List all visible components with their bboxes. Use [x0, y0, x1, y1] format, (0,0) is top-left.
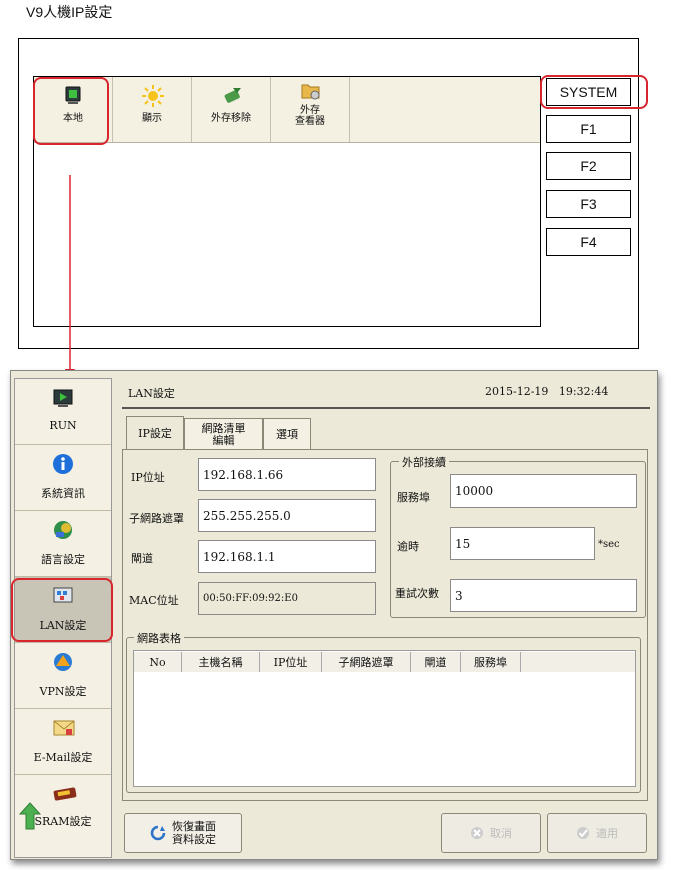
cancel-label: 取消	[490, 827, 512, 840]
lan-highlight	[11, 578, 113, 642]
timeout-field[interactable]: 15	[450, 527, 595, 560]
ip-address-field[interactable]: 192.168.1.66	[198, 458, 376, 491]
ip-label: IP位址	[131, 471, 165, 484]
tab-network-list-label-2: 編輯	[212, 433, 235, 447]
system-highlight	[540, 75, 648, 109]
screen-title: LAN設定	[128, 387, 175, 400]
time-text: 19:32:44	[558, 385, 609, 398]
subnet-label: 子網路遮罩	[129, 512, 184, 525]
info-icon	[52, 453, 74, 475]
eject-storage-button[interactable]: 外存移除	[192, 77, 271, 142]
sidebar-item-email[interactable]: E-Mail設定	[15, 709, 111, 775]
date-text: 2015-12-19	[485, 385, 549, 398]
cancel-button[interactable]: 取消	[441, 813, 541, 853]
sidebar-item-language-label: 語言設定	[41, 553, 85, 566]
cancel-icon	[470, 826, 484, 840]
eject-storage-label: 外存移除	[211, 113, 251, 124]
vpn-icon	[52, 651, 74, 673]
sidebar-item-email-label: E-Mail設定	[33, 751, 93, 764]
tab-ip-settings[interactable]: IP設定	[126, 416, 184, 450]
tab-options[interactable]: 選項	[263, 418, 311, 450]
port-field[interactable]: 10000	[450, 474, 637, 508]
language-icon	[52, 519, 74, 541]
tab-network-list-label-1: 網路清單	[201, 421, 246, 435]
mac-address-value: 00:50:FF:09:92:E0	[198, 582, 376, 615]
port-label: 服務埠	[397, 491, 430, 504]
restore-icon	[150, 825, 166, 841]
system-icon-bar: 本地 顯示 外存移除 外存 查看器	[34, 77, 540, 143]
timeout-unit: *sec	[598, 539, 620, 550]
storage-viewer-label: 外存 查看器	[271, 105, 349, 127]
sidebar-item-run[interactable]: RUN	[15, 379, 111, 445]
display-button[interactable]: 顯示	[113, 77, 192, 142]
network-table-legend: 網路表格	[134, 630, 184, 646]
sram-icon	[52, 783, 77, 805]
f1-key[interactable]: F1	[546, 115, 631, 143]
eject-icon	[221, 85, 241, 105]
sidebar-item-run-label: RUN	[49, 419, 77, 432]
apply-button[interactable]: 適用	[547, 813, 647, 853]
sun-icon	[142, 85, 164, 107]
mac-label: MAC位址	[129, 594, 179, 607]
storage-viewer-button[interactable]: 外存 查看器	[271, 77, 350, 142]
header-divider	[122, 407, 650, 409]
restore-label-1: 恢復畫面	[172, 820, 216, 833]
sidebar-item-vpn-label: VPN設定	[39, 685, 87, 698]
f4-key[interactable]: F4	[546, 228, 631, 256]
email-icon	[52, 717, 75, 739]
column-gateway: 閘道	[411, 652, 461, 672]
gateway-field[interactable]: 192.168.1.1	[198, 540, 376, 573]
retry-count-field[interactable]: 3	[450, 579, 637, 612]
page-title: V9人機IP設定	[26, 4, 113, 20]
f2-key[interactable]: F2	[546, 152, 631, 180]
run-icon	[52, 387, 74, 409]
display-label: 顯示	[142, 113, 162, 124]
column-no: No	[134, 652, 182, 672]
sidebar-item-vpn[interactable]: VPN設定	[15, 643, 111, 709]
gateway-label: 閘道	[131, 552, 153, 565]
sidebar-item-system-info-label: 系統資訊	[41, 487, 85, 500]
column-host-name: 主機名稱	[182, 652, 260, 672]
external-connection-legend: 外部接續	[399, 454, 449, 470]
restore-label-2: 資料設定	[172, 833, 216, 846]
timeout-label: 逾時	[397, 540, 419, 553]
column-subnet: 子網路遮罩	[322, 652, 411, 672]
connector-arrow	[65, 175, 75, 380]
scroll-up-arrow-icon[interactable]	[19, 801, 41, 831]
datetime: 2015-12-19 19:32:44	[485, 385, 608, 398]
apply-label: 適用	[596, 827, 618, 840]
f3-key[interactable]: F3	[546, 190, 631, 218]
column-port: 服務埠	[461, 652, 521, 672]
apply-icon	[576, 826, 590, 840]
sidebar-item-language[interactable]: 語言設定	[15, 511, 111, 577]
storage-viewer-label-2: 查看器	[295, 116, 325, 127]
header-filler	[521, 652, 635, 672]
storage-viewer-label-1: 外存	[300, 105, 320, 116]
local-highlight	[33, 77, 109, 145]
subnet-mask-field[interactable]: 255.255.255.0	[198, 499, 376, 532]
sidebar-item-system-info[interactable]: 系統資訊	[15, 445, 111, 511]
tab-network-list-edit[interactable]: 網路清單 編輯	[184, 418, 263, 450]
column-ip: IP位址	[260, 652, 322, 672]
restore-screen-data-button[interactable]: 恢復畫面 資料設定	[124, 813, 242, 853]
retry-label: 重試次數	[395, 587, 439, 600]
folder-icon	[300, 81, 320, 101]
